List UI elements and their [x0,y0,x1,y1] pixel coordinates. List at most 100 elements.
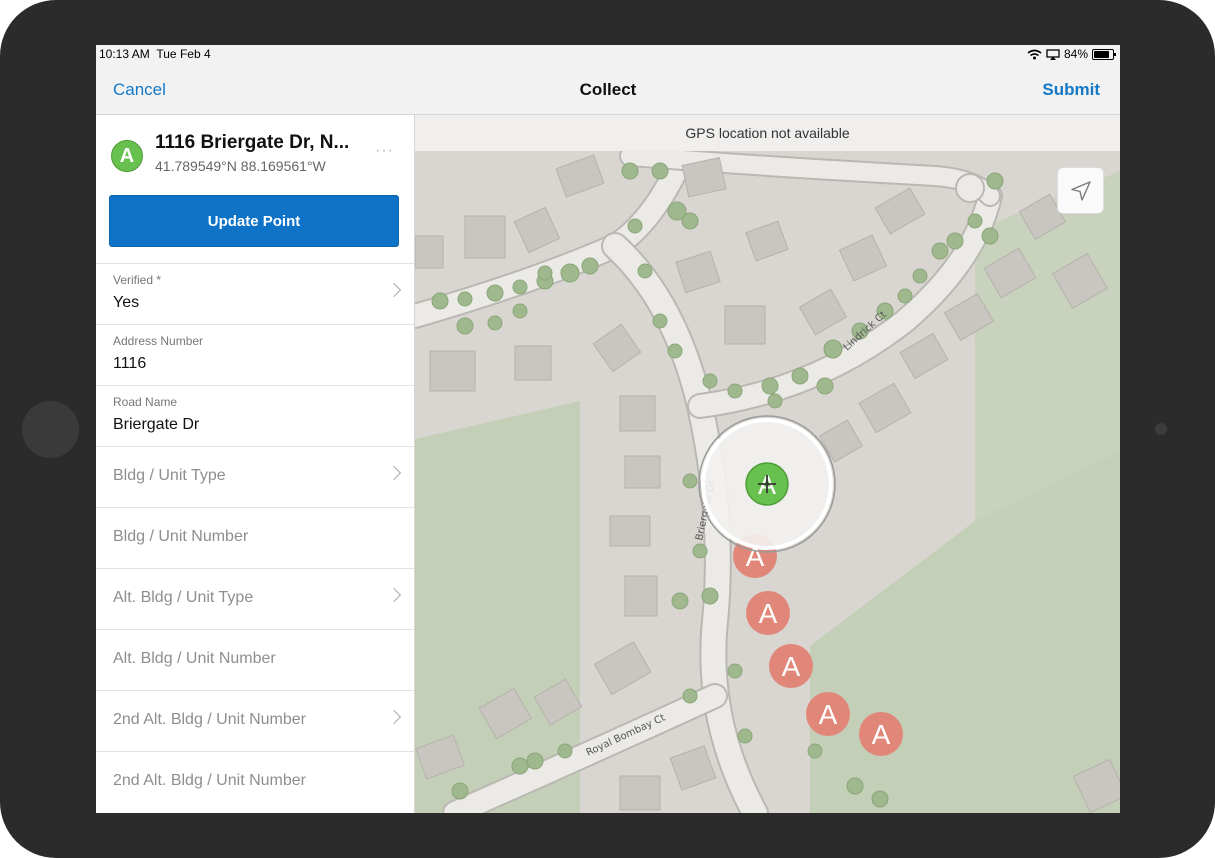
field-value[interactable]: 1116 [113,355,146,373]
field-value[interactable]: Yes [113,294,139,312]
tree [486,284,504,302]
tree [526,752,544,770]
field-placeholder[interactable]: 2nd Alt. Bldg / Unit Number [113,711,306,729]
form-fields: Verified * Yes Address Number 1116 Road Name… [96,263,414,812]
tree [682,473,698,489]
gps-banner: GPS location not available [415,115,1120,152]
form-field-row[interactable]: 2nd Alt. Bldg / Unit Number [96,751,414,812]
more-options-icon[interactable]: ··· [375,142,394,160]
tree [682,688,698,704]
tree [912,268,928,284]
tree [512,303,528,319]
building [624,455,661,489]
form-field-row[interactable]: Verified * Yes [96,263,414,324]
camera-dot [1155,423,1167,435]
status-time: 10:13 AM Tue Feb 4 [99,47,211,61]
tree [511,757,529,775]
tree [557,743,573,759]
tree [581,257,599,275]
wifi-icon [1027,49,1042,59]
form-field-row[interactable]: Alt. Bldg / Unit Type [96,568,414,629]
form-field-row[interactable]: 2nd Alt. Bldg / Unit Number [96,690,414,751]
tree [651,162,669,180]
tree [637,263,653,279]
tablet-frame: 10:13 AM Tue Feb 4 84% Cancel Collect Su… [0,0,1215,858]
tree [681,212,699,230]
field-placeholder[interactable]: Alt. Bldg / Unit Type [113,589,253,607]
building [724,305,766,345]
submit-button[interactable]: Submit [1042,80,1100,100]
building [619,775,661,811]
tree [897,288,913,304]
tree [702,373,718,389]
marker-label: A [759,598,778,629]
marker-label: A [782,651,801,682]
map-view[interactable]: Lindrick Ct Briergate Dr Royal Bombay Ct… [415,151,1120,813]
chevron-right-icon [386,587,402,603]
tree [627,218,643,234]
field-value[interactable]: Briergate Dr [113,416,199,434]
form-field-row[interactable]: Road Name Briergate Dr [96,385,414,446]
marker-label: A [872,719,891,750]
building [619,395,656,432]
building [624,575,658,617]
tree [652,313,668,329]
tree [537,265,553,281]
page-title: Collect [579,80,637,99]
tree [727,383,743,399]
tree [931,242,949,260]
form-field-row[interactable]: Alt. Bldg / Unit Number [96,629,414,690]
tree [846,777,864,795]
battery-icon [1092,48,1116,60]
tree [981,227,999,245]
status-bar: 10:13 AM Tue Feb 4 84% [96,45,1120,63]
tree [667,343,683,359]
form-field-row[interactable]: Bldg / Unit Number [96,507,414,568]
tree [737,728,753,744]
tree [967,213,983,229]
field-placeholder[interactable]: Bldg / Unit Number [113,528,248,546]
tree [761,377,779,395]
tree [701,587,719,605]
feature-symbol: A [111,140,143,172]
form-field-row[interactable]: Bldg / Unit Type [96,446,414,507]
field-label: Address Number [113,334,204,348]
screen-mirroring-icon [1046,48,1060,60]
tree [791,367,809,385]
tree [560,263,580,283]
field-placeholder[interactable]: 2nd Alt. Bldg / Unit Number [113,772,306,790]
cul-de-sac [955,173,985,203]
building [415,235,444,269]
field-placeholder[interactable]: Bldg / Unit Type [113,467,226,485]
tree [487,315,503,331]
tree [692,543,708,559]
building [514,345,552,381]
tree [451,782,469,800]
building [609,515,651,547]
tree [767,393,783,409]
building [429,350,476,392]
location-arrow-icon [1070,180,1091,201]
marker-label: A [819,699,838,730]
tree [512,279,528,295]
tree [621,162,639,180]
tree [456,317,474,335]
status-right: 84% [1027,47,1116,61]
tree [431,292,449,310]
home-button[interactable] [22,401,79,458]
update-point-button[interactable]: Update Point [109,195,399,247]
form-field-row[interactable]: Address Number 1116 [96,324,414,385]
tree [457,291,473,307]
tree [807,743,823,759]
form-panel: A 1116 Briergate Dr, N... 41.789549°N 88… [96,115,415,813]
feature-header: A 1116 Briergate Dr, N... 41.789549°N 88… [96,115,414,185]
tree [871,790,889,808]
basemap[interactable]: Lindrick Ct Briergate Dr Royal Bombay Ct… [415,151,1120,813]
location-button[interactable] [1057,167,1104,214]
field-label: Road Name [113,395,178,409]
tree [816,377,834,395]
chevron-right-icon [386,282,402,298]
building [464,215,506,259]
field-placeholder[interactable]: Alt. Bldg / Unit Number [113,650,276,668]
feature-title: 1116 Briergate Dr, N... [155,132,350,153]
